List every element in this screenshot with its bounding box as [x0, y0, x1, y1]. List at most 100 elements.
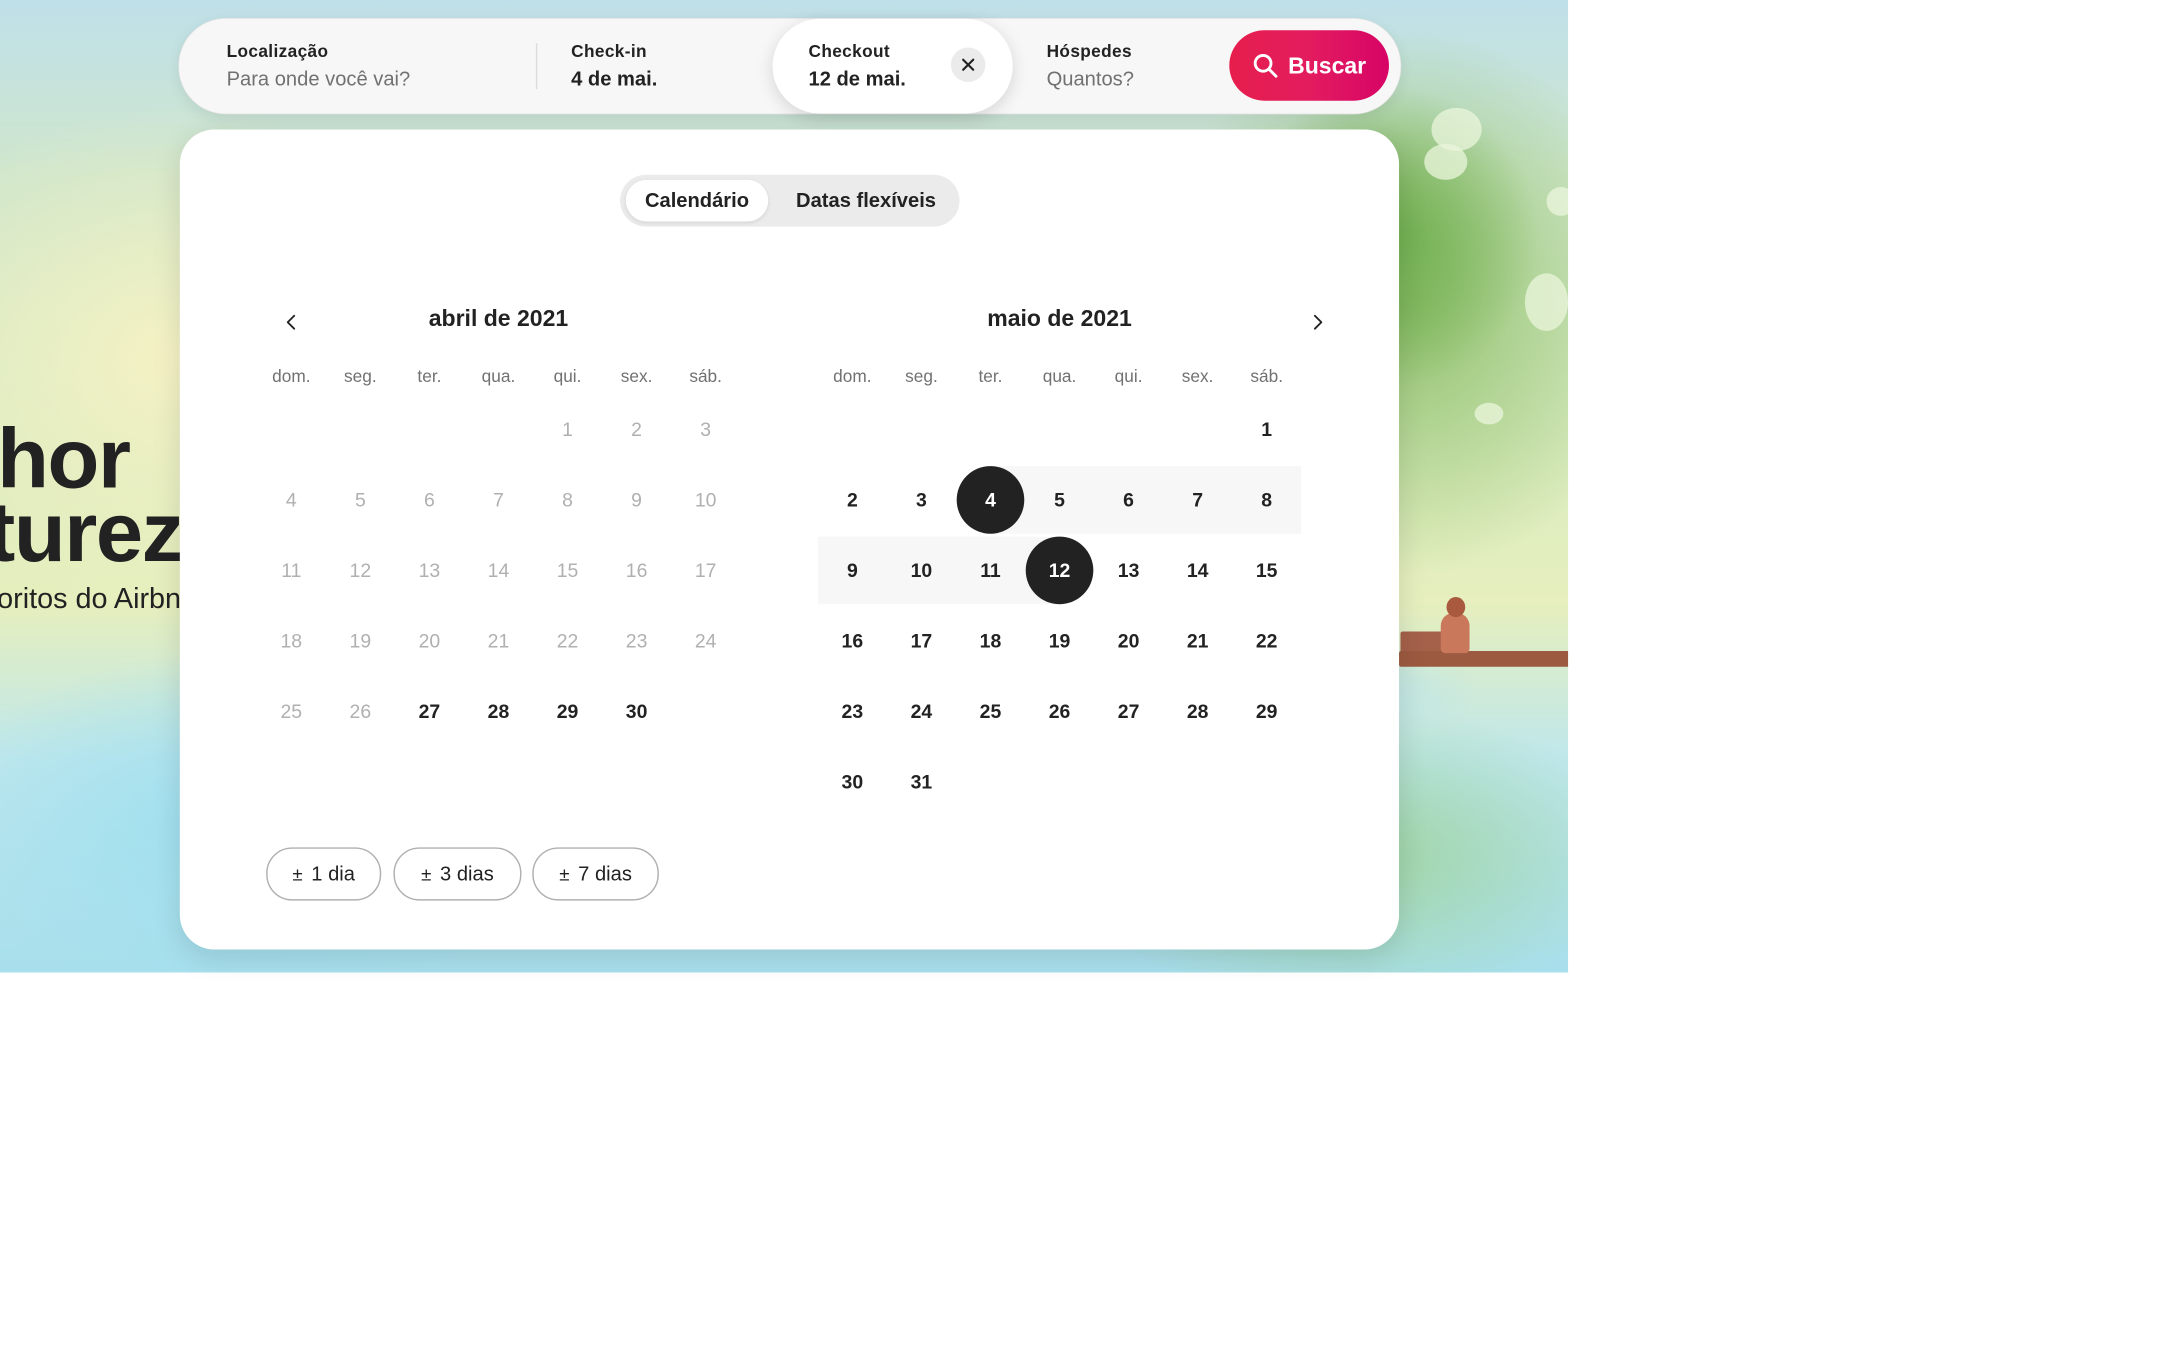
calendar-day-disabled: 13 — [418, 559, 441, 581]
date-picker-panel: Calendário Datas flexíveis abril de 2021… — [179, 129, 1400, 950]
guests-field[interactable]: Hóspedes Quantos? — [1047, 19, 1220, 114]
calendar-day-selected[interactable]: 12 — [1025, 537, 1094, 605]
calendar-day[interactable]: 3 — [887, 466, 956, 534]
location-label: Localização — [226, 41, 329, 62]
weekday-header: qui. — [1114, 366, 1143, 387]
calendar-day[interactable]: 31 — [887, 748, 956, 816]
calendar-day-disabled: 10 — [694, 488, 717, 511]
calendar-day[interactable]: 22 — [1232, 607, 1301, 675]
hero-title-line-2: turez — [0, 484, 184, 580]
calendar-day-disabled: 22 — [556, 629, 579, 652]
calendar-day-disabled: 26 — [349, 700, 372, 722]
calendar-day-disabled: 12 — [349, 559, 372, 581]
search-button[interactable]: Buscar — [1229, 30, 1389, 101]
calendar-day-disabled: 1 — [562, 418, 573, 440]
tab-calendar[interactable]: Calendário — [625, 179, 769, 222]
plus-minus-icon: ± — [421, 862, 432, 885]
checkout-field[interactable]: Checkout 12 de mai. — [772, 18, 1013, 114]
calendar-day[interactable]: 30 — [602, 678, 671, 746]
flex-chip-label: 3 dias — [440, 862, 494, 885]
calendar-day-disabled: 14 — [487, 559, 510, 581]
plus-minus-icon: ± — [559, 862, 570, 885]
calendar-day[interactable]: 17 — [887, 607, 956, 675]
weekday-header: sáb. — [689, 366, 722, 387]
calendar-day-disabled: 7 — [493, 488, 504, 511]
calendar-day[interactable]: 25 — [956, 678, 1025, 746]
close-icon — [962, 58, 975, 71]
calendar-day[interactable]: 29 — [533, 678, 602, 746]
calendar-day[interactable]: 7 — [1163, 466, 1232, 534]
chevron-right-icon — [1313, 314, 1323, 330]
flex-chip-label: 7 dias — [578, 862, 632, 885]
divider — [535, 43, 538, 90]
calendar-day[interactable]: 14 — [1163, 537, 1232, 605]
calendar-day-disabled: 19 — [349, 629, 372, 652]
checkin-value: 4 de mai. — [571, 67, 658, 90]
clear-dates-button[interactable] — [950, 47, 986, 83]
calendar-day[interactable]: 28 — [1163, 678, 1232, 746]
next-month-button[interactable] — [1302, 306, 1334, 338]
calendar-day-disabled: 2 — [631, 418, 642, 440]
flex-1-day-chip[interactable]: ± 1 dia — [266, 847, 382, 901]
guests-label: Hóspedes — [1046, 41, 1132, 62]
calendar-day-disabled: 23 — [625, 629, 648, 652]
weekday-header: ter. — [417, 366, 442, 387]
hero-subtitle: oritos do Airbn — [0, 582, 182, 615]
calendar-day[interactable]: 19 — [1025, 607, 1094, 675]
location-field[interactable]: Localização Para onde você vai? — [227, 19, 515, 114]
dock — [1399, 650, 1569, 667]
flex-7-days-chip[interactable]: ± 7 dias — [532, 847, 659, 901]
weekday-header: dom. — [272, 366, 311, 387]
calendar-day[interactable]: 6 — [1094, 466, 1163, 534]
calendar-day[interactable]: 20 — [1094, 607, 1163, 675]
weekday-header: qua. — [481, 366, 516, 387]
calendar-day[interactable]: 8 — [1232, 466, 1301, 534]
calendar-day-disabled: 17 — [694, 559, 717, 581]
flex-chip-label: 1 dia — [311, 862, 355, 885]
calendar-day[interactable]: 5 — [1025, 466, 1094, 534]
calendar-day[interactable]: 15 — [1232, 537, 1301, 605]
calendar-day[interactable]: 13 — [1094, 537, 1163, 605]
calendar-day[interactable]: 21 — [1163, 607, 1232, 675]
checkout-value: 12 de mai. — [808, 67, 906, 90]
calendar-day[interactable]: 9 — [818, 537, 887, 605]
flex-3-days-chip[interactable]: ± 3 dias — [393, 847, 522, 901]
calendar-day[interactable]: 23 — [818, 678, 887, 746]
calendar-day[interactable]: 27 — [395, 678, 464, 746]
calendar-day[interactable]: 30 — [818, 748, 887, 816]
calendar-day-disabled: 25 — [280, 700, 303, 722]
weekday-header: sex. — [620, 366, 653, 387]
calendar-day[interactable]: 26 — [1025, 678, 1094, 746]
calendar-day[interactable]: 18 — [956, 607, 1025, 675]
calendar-day[interactable]: 10 — [887, 537, 956, 605]
calendar-day-selected[interactable]: 4 — [956, 466, 1025, 534]
weekday-header: seg. — [905, 366, 938, 387]
checkout-label: Checkout — [808, 41, 891, 62]
weekday-header: ter. — [978, 366, 1003, 387]
calendar-day[interactable]: 24 — [887, 678, 956, 746]
calendar-day-disabled: 16 — [625, 559, 648, 581]
calendar-day-disabled: 24 — [694, 629, 717, 652]
weekday-header: qua. — [1042, 366, 1077, 387]
search-bar: Localização Para onde você vai? Check-in… — [178, 17, 1402, 115]
calendar-day-disabled: 11 — [281, 559, 302, 581]
calendar-day[interactable]: 28 — [464, 678, 533, 746]
calendar-day-disabled: 9 — [631, 488, 642, 511]
calendar-day[interactable]: 2 — [818, 466, 887, 534]
calendar-mode-toggle: Calendário Datas flexíveis — [620, 174, 960, 227]
calendar-day[interactable]: 29 — [1232, 678, 1301, 746]
calendar-day[interactable]: 27 — [1094, 678, 1163, 746]
calendar-day-disabled: 3 — [700, 418, 712, 440]
search-icon — [1253, 53, 1278, 78]
calendar-day-disabled: 4 — [285, 488, 297, 511]
weekday-header: sáb. — [1250, 366, 1284, 387]
calendar-day[interactable]: 16 — [818, 607, 887, 675]
calendar-day[interactable]: 1 — [1232, 396, 1301, 464]
calendar-day-disabled: 5 — [354, 488, 366, 511]
weekday-header: sex. — [1181, 366, 1214, 387]
tab-flexible-dates[interactable]: Datas flexíveis — [780, 180, 953, 222]
checkin-field[interactable]: Check-in 4 de mai. — [571, 19, 729, 114]
calendar-day[interactable]: 11 — [956, 537, 1025, 605]
location-placeholder: Para onde você vai? — [226, 67, 411, 90]
calendar-day-disabled: 8 — [562, 488, 573, 511]
